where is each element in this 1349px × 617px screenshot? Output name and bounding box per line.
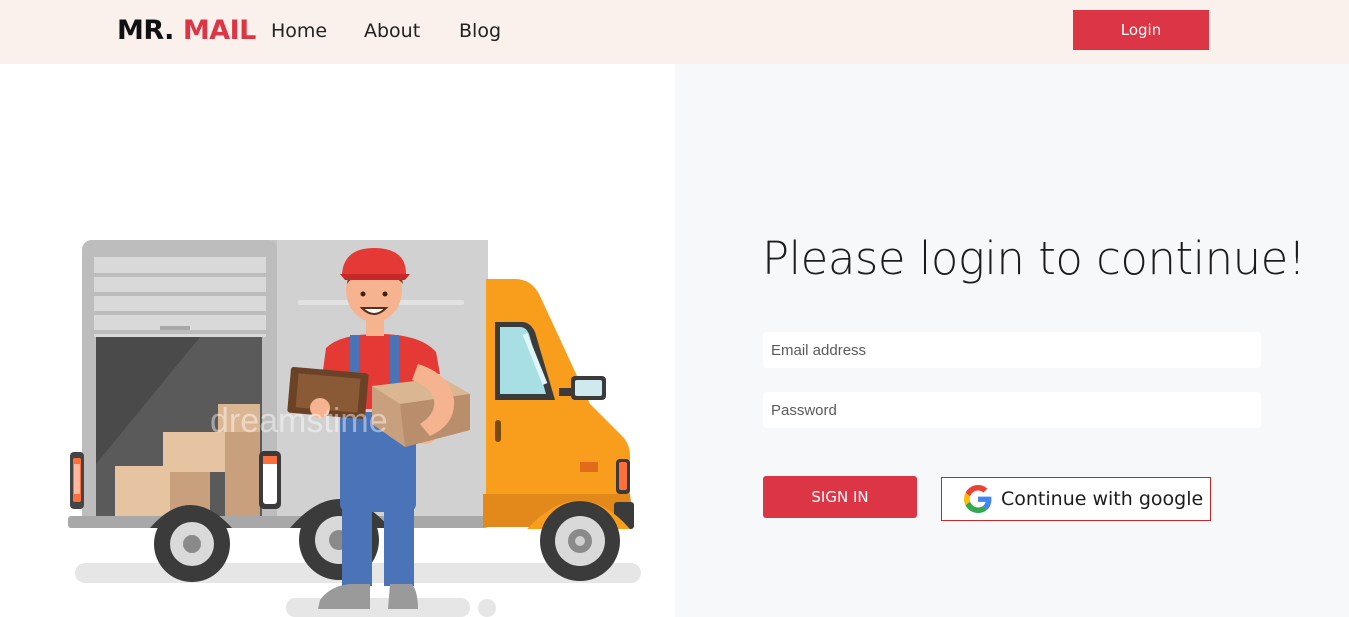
navbar: MR. MAIL Home About Blog Login bbox=[0, 0, 1349, 64]
login-heading: Please login to continue! bbox=[762, 232, 1306, 285]
brand-text-mr: MR. bbox=[117, 15, 174, 46]
brand-logo[interactable]: MR. MAIL bbox=[117, 14, 256, 48]
nav-link-home[interactable]: Home bbox=[271, 19, 327, 43]
nav-link-about[interactable]: About bbox=[364, 19, 420, 43]
google-signin-label: Continue with google bbox=[1001, 488, 1204, 510]
login-button[interactable]: Login bbox=[1073, 10, 1209, 50]
sign-in-button[interactable]: SIGN IN bbox=[763, 476, 917, 518]
email-field[interactable] bbox=[763, 332, 1261, 368]
google-signin-button[interactable]: Continue with google bbox=[941, 477, 1211, 521]
delivery-illustration: dreamstime bbox=[68, 240, 641, 617]
nav-link-blog[interactable]: Blog bbox=[459, 19, 501, 43]
google-icon bbox=[964, 485, 992, 513]
watermark-text: dreamstime bbox=[210, 402, 388, 440]
hero-panel: dreamstime bbox=[0, 64, 675, 617]
password-field[interactable] bbox=[763, 392, 1261, 428]
brand-text-mail: MAIL bbox=[182, 15, 257, 46]
